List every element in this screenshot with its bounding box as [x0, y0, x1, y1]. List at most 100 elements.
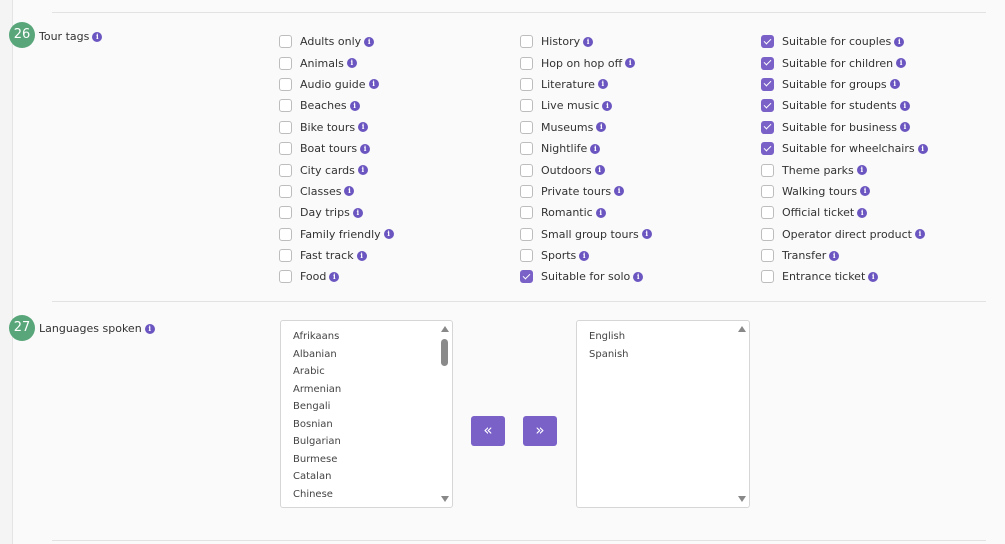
language-option[interactable]: Chinese [293, 486, 452, 504]
language-option[interactable]: Arabic [293, 363, 452, 381]
info-icon[interactable]: i [594, 165, 605, 176]
tag-checkbox[interactable] [761, 120, 774, 134]
scroll-down-icon[interactable] [441, 496, 449, 502]
info-icon[interactable]: i [92, 31, 103, 42]
tag-checkbox[interactable] [520, 270, 533, 284]
tag-checkbox[interactable] [279, 142, 292, 156]
tag-option[interactable]: Audio guide i [279, 74, 394, 95]
tag-checkbox[interactable] [279, 35, 292, 49]
tag-checkbox[interactable] [520, 206, 533, 220]
language-option[interactable]: Spanish [589, 346, 749, 364]
tag-checkbox[interactable] [279, 184, 292, 198]
info-icon[interactable]: i [368, 79, 379, 90]
scroll-down-icon[interactable] [738, 496, 746, 502]
tag-option[interactable]: Animals i [279, 52, 394, 73]
info-icon[interactable]: i [917, 143, 928, 154]
info-icon[interactable]: i [857, 207, 868, 218]
info-icon[interactable]: i [329, 271, 340, 282]
info-icon[interactable]: i [583, 36, 594, 47]
info-icon[interactable]: i [356, 250, 367, 261]
tag-option[interactable]: Family friendly i [279, 224, 394, 245]
info-icon[interactable]: i [894, 36, 905, 47]
language-option[interactable]: Armenian [293, 381, 452, 399]
info-icon[interactable]: i [596, 122, 607, 133]
tag-checkbox[interactable] [279, 77, 292, 91]
move-right-button[interactable]: » [523, 416, 557, 446]
tag-checkbox[interactable] [761, 227, 774, 241]
language-option[interactable]: Bengali [293, 398, 452, 416]
tag-option[interactable]: Live music i [520, 95, 652, 116]
tag-checkbox[interactable] [520, 120, 533, 134]
tag-option[interactable]: Boat tours i [279, 138, 394, 159]
available-languages-list[interactable]: Afrikaans Albanian Arabic Armenian Bengali Bo… [280, 320, 453, 508]
info-icon[interactable]: i [868, 271, 879, 282]
tag-checkbox[interactable] [761, 206, 774, 220]
info-icon[interactable]: i [889, 79, 900, 90]
tag-option[interactable]: Fast track i [279, 245, 394, 266]
info-icon[interactable]: i [633, 271, 644, 282]
tag-checkbox[interactable] [279, 163, 292, 177]
info-icon[interactable]: i [358, 122, 369, 133]
tag-option[interactable]: Adults only i [279, 31, 394, 52]
tag-option[interactable]: Beaches i [279, 95, 394, 116]
tag-checkbox[interactable] [279, 206, 292, 220]
info-icon[interactable]: i [614, 186, 625, 197]
language-option[interactable]: Burmese [293, 451, 452, 469]
tag-checkbox[interactable] [520, 184, 533, 198]
tag-option[interactable]: Food i [279, 266, 394, 287]
tag-option[interactable]: Official ticket i [761, 202, 928, 223]
info-icon[interactable]: i [597, 79, 608, 90]
tag-checkbox[interactable] [761, 163, 774, 177]
tag-checkbox[interactable] [761, 56, 774, 70]
tag-option[interactable]: Transfer i [761, 245, 928, 266]
tag-checkbox[interactable] [279, 227, 292, 241]
tag-checkbox[interactable] [761, 249, 774, 263]
tag-checkbox[interactable] [761, 77, 774, 91]
scroll-up-icon[interactable] [441, 326, 449, 332]
tag-checkbox[interactable] [520, 227, 533, 241]
tag-option[interactable]: Bike tours i [279, 117, 394, 138]
info-icon[interactable]: i [602, 100, 613, 111]
tag-option[interactable]: Literature i [520, 74, 652, 95]
tag-checkbox[interactable] [279, 120, 292, 134]
tag-option[interactable]: Suitable for solo i [520, 266, 652, 287]
info-icon[interactable]: i [856, 165, 867, 176]
tag-checkbox[interactable] [761, 142, 774, 156]
tag-option[interactable]: Theme parks i [761, 159, 928, 180]
tag-checkbox[interactable] [761, 184, 774, 198]
info-icon[interactable]: i [346, 58, 357, 69]
tag-option[interactable]: Suitable for business i [761, 117, 928, 138]
info-icon[interactable]: i [595, 207, 606, 218]
tag-option[interactable]: Romantic i [520, 202, 652, 223]
tag-option[interactable]: Outdoors i [520, 159, 652, 180]
move-left-button[interactable]: « [471, 416, 505, 446]
info-icon[interactable]: i [829, 250, 840, 261]
tag-checkbox[interactable] [279, 249, 292, 263]
tag-option[interactable]: Hop on hop off i [520, 52, 652, 73]
tag-option[interactable]: Nightlife i [520, 138, 652, 159]
tag-checkbox[interactable] [520, 142, 533, 156]
info-icon[interactable]: i [360, 143, 371, 154]
info-icon[interactable]: i [357, 165, 368, 176]
tag-option[interactable]: Suitable for groups i [761, 74, 928, 95]
tag-option[interactable]: Small group tours i [520, 224, 652, 245]
tag-checkbox[interactable] [520, 35, 533, 49]
tag-option[interactable]: Suitable for couples i [761, 31, 928, 52]
tag-option[interactable]: City cards i [279, 159, 394, 180]
scroll-up-icon[interactable] [738, 326, 746, 332]
info-icon[interactable]: i [641, 229, 652, 240]
tag-checkbox[interactable] [761, 35, 774, 49]
info-icon[interactable]: i [896, 58, 907, 69]
tag-checkbox[interactable] [761, 99, 774, 113]
selected-scrollbar[interactable] [737, 323, 747, 505]
tag-option[interactable]: Suitable for students i [761, 95, 928, 116]
language-option[interactable]: Bulgarian [293, 433, 452, 451]
info-icon[interactable]: i [590, 143, 601, 154]
tag-option[interactable]: Museums i [520, 117, 652, 138]
tag-option[interactable]: Walking tours i [761, 181, 928, 202]
info-icon[interactable]: i [349, 100, 360, 111]
language-option[interactable]: Albanian [293, 346, 452, 364]
language-option[interactable]: Catalan [293, 468, 452, 486]
tag-checkbox[interactable] [520, 99, 533, 113]
selected-languages-list[interactable]: English Spanish [576, 320, 750, 508]
